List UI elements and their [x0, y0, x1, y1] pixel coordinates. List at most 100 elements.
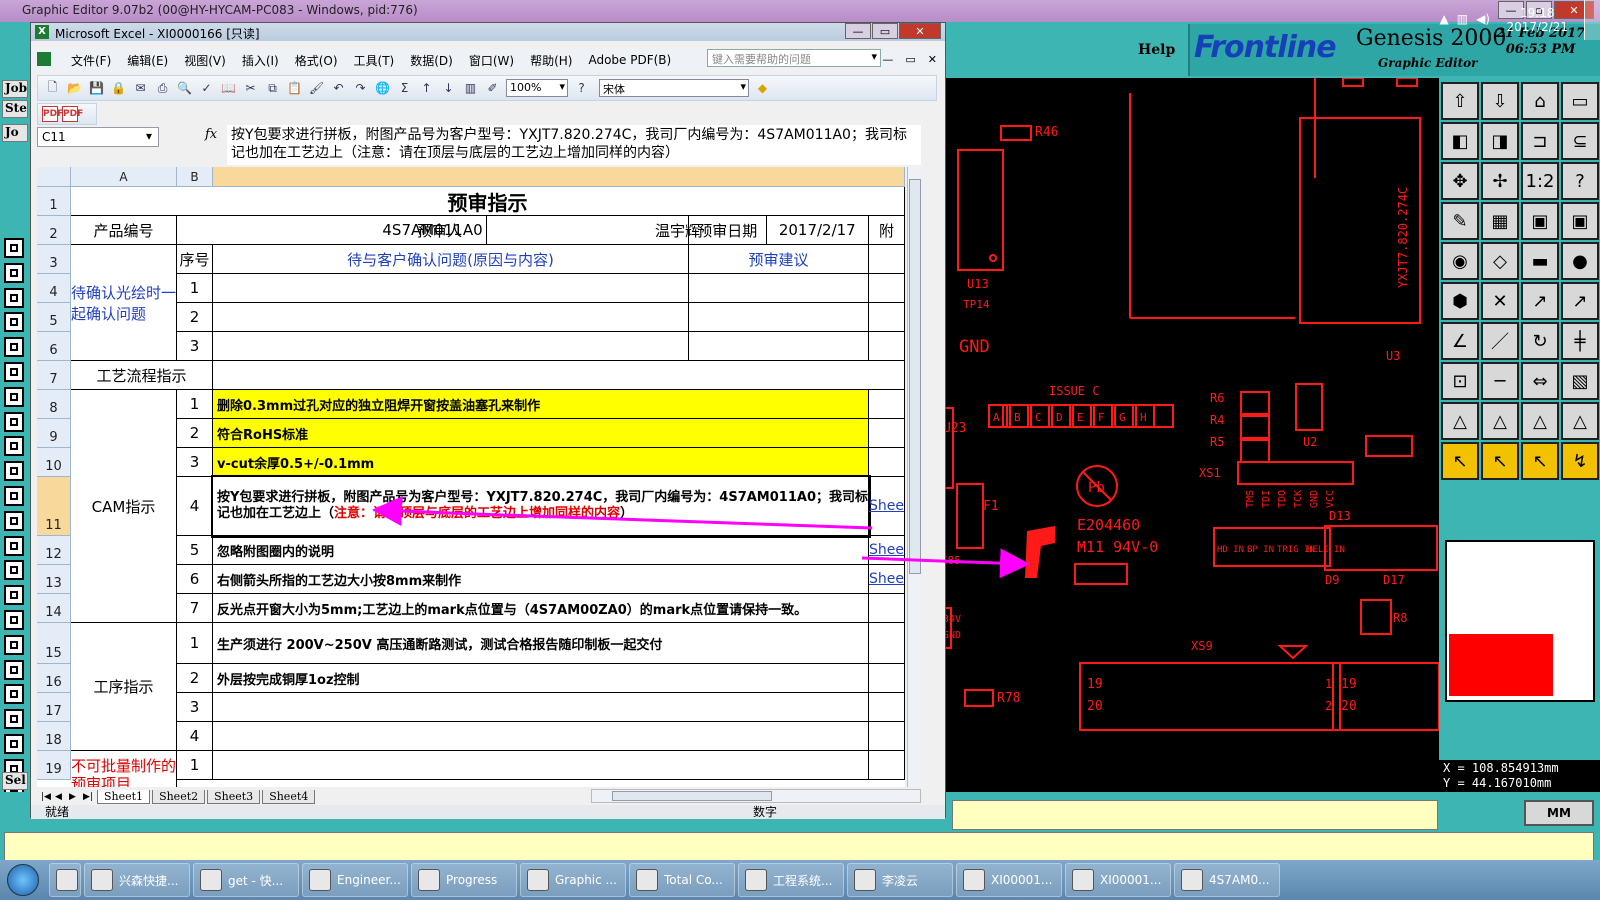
print-icon[interactable]: ⎙ — [154, 80, 171, 97]
cam-item-text[interactable]: 按Y包要求进行拼板，附图产品号为客户型号：YXJT7.820.274C，我司厂内… — [211, 475, 871, 538]
row-header[interactable]: 7 — [37, 361, 71, 390]
sheet-hyperlink[interactable]: Shee — [869, 571, 904, 587]
row-header[interactable]: 8 — [37, 390, 71, 419]
table-cell[interactable] — [869, 722, 905, 751]
tool-button[interactable]: △ — [1521, 402, 1559, 440]
workbook-close-button[interactable]: ✕ — [928, 53, 937, 66]
taskbar-item[interactable]: 兴森快捷... — [84, 863, 190, 897]
issue-header[interactable]: 待与客户确认问题(原因与内容) — [213, 245, 689, 274]
tool-button[interactable]: ↖ — [1521, 442, 1559, 480]
tool-button[interactable]: ◉ — [1441, 242, 1479, 280]
tool-button[interactable]: ▣ — [1521, 202, 1559, 240]
row-header[interactable]: 16 — [37, 664, 71, 693]
tool-button[interactable]: ◨ — [1481, 122, 1519, 160]
issue-cell[interactable] — [213, 332, 689, 361]
tool-button[interactable]: ∠ — [1441, 322, 1479, 360]
tool-button[interactable]: ▦ — [1481, 202, 1519, 240]
row-header[interactable]: 1 — [37, 187, 71, 216]
layer-toggle[interactable] — [4, 659, 24, 680]
taskbar-item[interactable]: Progress — [411, 863, 517, 897]
cam-item-link-cell[interactable] — [869, 594, 905, 623]
left-tab-sel[interactable]: Sel — [2, 772, 28, 790]
tool-button[interactable]: ▣ — [1561, 202, 1599, 240]
row-header[interactable]: 10 — [37, 448, 71, 477]
layer-toggle[interactable] — [4, 461, 24, 482]
table-cell[interactable] — [869, 303, 905, 332]
undo-icon[interactable]: ↶ — [330, 80, 347, 97]
seq-number[interactable]: 1 — [177, 274, 213, 303]
formula-bar[interactable]: 按Y包要求进行拼板，附图产品号为客户型号：YXJT7.820.274C，我司厂内… — [227, 125, 921, 165]
volume-icon[interactable]: ◀) — [1476, 12, 1490, 26]
cam-group-label[interactable]: CAM指示 — [71, 390, 177, 623]
help-icon[interactable]: ? — [573, 80, 590, 97]
left-tab-step[interactable]: Ste — [2, 100, 28, 118]
menu-window[interactable]: 窗口(W) — [469, 52, 514, 69]
fx-icon[interactable]: fx — [205, 127, 217, 142]
tool-button[interactable]: ✕ — [1481, 282, 1519, 320]
menu-data[interactable]: 数据(D) — [410, 52, 453, 69]
taskbar-clock[interactable]: 19:18 2017/2/21 — [1506, 6, 1568, 34]
layer-toggle[interactable] — [4, 609, 24, 630]
spelling-icon[interactable]: ✓ — [198, 80, 215, 97]
taskbar-item[interactable]: 4S7AM0... — [1174, 863, 1280, 897]
process-flow-label[interactable]: 工艺流程指示 — [71, 361, 213, 390]
tool-button[interactable]: △ — [1561, 402, 1599, 440]
confirm-group-label[interactable]: 待确认光绘时一起确认问题 — [71, 245, 177, 361]
menu-edit[interactable]: 编辑(E) — [127, 52, 168, 69]
row-header[interactable]: 17 — [37, 693, 71, 722]
paste-icon[interactable]: 📋 — [286, 80, 303, 97]
layer-toggle[interactable] — [4, 535, 24, 556]
cam-item-link-cell[interactable]: Shee — [869, 565, 905, 594]
cam-item-text[interactable]: 忽略附图圈内的说明 — [213, 536, 869, 565]
help-menu[interactable]: Help — [1138, 42, 1175, 58]
process-item-text[interactable]: 生产须进行 200V~250V 高压通断路测试，测试合格报告随印制板一起交付 — [213, 623, 869, 664]
tool-button[interactable]: ? — [1561, 162, 1599, 200]
hyperlink-icon[interactable]: 🌐 — [374, 80, 391, 97]
workbook-icon[interactable] — [37, 52, 51, 66]
research-icon[interactable]: 📖 — [220, 80, 237, 97]
left-tab-jo[interactable]: Jo — [2, 124, 28, 142]
tool-button[interactable]: ● — [1561, 242, 1599, 280]
tool-button[interactable]: 1:2 — [1521, 162, 1559, 200]
product-no-label[interactable]: 产品编号 — [71, 216, 177, 245]
row-header[interactable]: 13 — [37, 565, 71, 594]
row-header[interactable]: 6 — [37, 332, 71, 361]
email-icon[interactable]: ✉ — [132, 80, 149, 97]
cam-item-link-cell[interactable] — [869, 419, 905, 448]
tool-button[interactable]: ╪ — [1561, 322, 1599, 360]
menu-tools[interactable]: 工具(T) — [354, 52, 395, 69]
tool-button[interactable]: △ — [1441, 402, 1479, 440]
tool-button[interactable]: ⊐ — [1521, 122, 1559, 160]
workbook-minimize-button[interactable]: — — [882, 53, 893, 66]
permission-icon[interactable]: 🔒 — [110, 80, 127, 97]
sort-asc-icon[interactable]: ↑ — [418, 80, 435, 97]
horizontal-scrollbar[interactable] — [591, 789, 921, 803]
layer-toggle[interactable] — [4, 560, 24, 581]
prev-sheet-icon[interactable]: ◀ — [55, 792, 67, 802]
workbook-restore-button[interactable]: ▭ — [905, 53, 915, 66]
first-sheet-icon[interactable]: |◀ — [41, 792, 53, 802]
cam-item-text[interactable]: 右侧箭头所指的工艺边大小按8mm来制作 — [213, 565, 869, 594]
column-header-b[interactable]: B — [177, 167, 213, 187]
column-header-a[interactable]: A — [71, 167, 177, 187]
layer-toggle[interactable] — [4, 386, 24, 407]
sheet-tab-1[interactable]: Sheet1 — [97, 790, 151, 804]
taskbar-item[interactable]: 工程系统... — [738, 863, 844, 897]
process-item-number[interactable]: 3 — [177, 693, 213, 722]
layer-toggle[interactable] — [4, 238, 24, 258]
excel-close-button[interactable]: ✕ — [899, 23, 941, 39]
suggest-cell[interactable] — [689, 303, 869, 332]
process-item-text[interactable]: 外层按完成铜厚1oz控制 — [213, 664, 869, 693]
layer-toggle[interactable] — [4, 436, 24, 457]
layer-toggle[interactable] — [4, 337, 24, 358]
tool-button[interactable]: ⊡ — [1441, 362, 1479, 400]
scrollbar-thumb[interactable] — [909, 179, 921, 574]
tool-button[interactable]: ↯ — [1561, 442, 1599, 480]
row-header[interactable]: 14 — [37, 594, 71, 623]
spreadsheet-grid[interactable]: A B 1 2 3 4 5 6 7 8 9 10 11 12 13 14 15 16 17 18 19 预审指示 产品编… — [37, 167, 905, 787]
sort-desc-icon[interactable]: ↓ — [440, 80, 457, 97]
help-search-input[interactable]: 键入需要帮助的问题 — [707, 49, 881, 67]
row-header[interactable]: 5 — [37, 303, 71, 332]
suggest-cell[interactable] — [689, 332, 869, 361]
cam-item-text[interactable]: 符合RoHS标准 — [213, 419, 869, 448]
